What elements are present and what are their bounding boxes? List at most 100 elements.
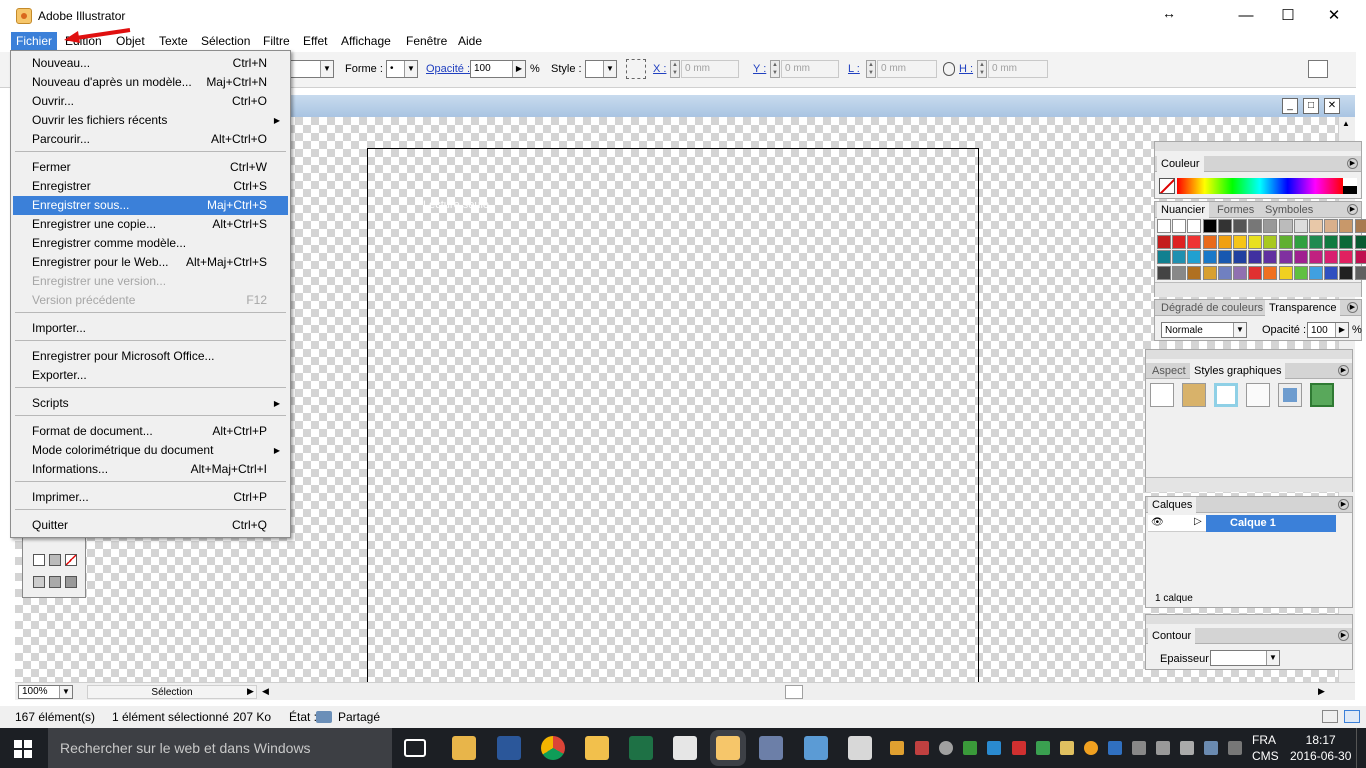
eye-icon[interactable]: 👁 — [1151, 517, 1164, 528]
graphic-style-green[interactable] — [1310, 383, 1334, 407]
blend-mode-dropdown[interactable]: Normale ▼ — [1161, 322, 1247, 338]
menu-selection[interactable]: Sélection — [196, 32, 255, 50]
file-menu-item[interactable]: Nouveau d'après un modèle... Maj+Ctrl+N — [13, 73, 288, 92]
tray-mail-icon[interactable] — [1060, 741, 1074, 755]
list-view-icon[interactable] — [1322, 710, 1338, 723]
color-swatch[interactable] — [1263, 219, 1278, 233]
align-grid-icon[interactable] — [626, 59, 646, 79]
color-swatch[interactable] — [1354, 265, 1366, 280]
color-swatch[interactable] — [1202, 250, 1217, 264]
color-swatch[interactable] — [1293, 234, 1308, 249]
color-swatch[interactable] — [1172, 250, 1187, 264]
monitor-icon[interactable] — [1204, 741, 1218, 755]
tray-blue-app-icon[interactable] — [987, 741, 1001, 755]
tray-red-app-icon[interactable] — [915, 741, 929, 755]
color-swatch[interactable] — [1202, 219, 1217, 233]
stroke-weight-dropdown[interactable]: ▼ — [290, 60, 334, 78]
doc-maximize-button[interactable]: □ — [1303, 98, 1319, 114]
opacite-link[interactable]: Opacité : — [426, 63, 470, 75]
color-swatch[interactable] — [1309, 250, 1323, 264]
color-swatch[interactable] — [1233, 234, 1247, 249]
h-link[interactable]: H : — [959, 63, 973, 75]
style-dropdown[interactable]: ▼ — [585, 60, 617, 78]
control-options-icon[interactable] — [1308, 60, 1328, 78]
sticky-folder-icon[interactable] — [585, 736, 609, 760]
color-swatch[interactable] — [1263, 234, 1278, 249]
color-swatch[interactable] — [1354, 250, 1366, 264]
excel-icon[interactable] — [629, 736, 653, 760]
image-icon[interactable] — [848, 736, 872, 760]
color-swatch[interactable] — [1354, 219, 1366, 233]
menu-fichier[interactable]: Fichier — [11, 32, 58, 50]
color-swatch[interactable] — [1293, 219, 1308, 233]
color-swatch[interactable] — [1293, 265, 1308, 280]
bluetooth-icon[interactable] — [1108, 741, 1122, 755]
color-swatch[interactable] — [1248, 234, 1263, 249]
file-explorer-icon[interactable] — [452, 736, 476, 760]
color-swatch[interactable] — [1278, 234, 1293, 249]
tab-degrade[interactable]: Dégradé de couleurs — [1157, 300, 1267, 316]
color-swatch[interactable] — [1233, 219, 1247, 233]
file-menu-item[interactable]: Nouveau... Ctrl+N — [13, 54, 288, 73]
file-menu-item[interactable]: Enregistrer comme modèle... — [13, 234, 288, 253]
screen-mode-normal-icon[interactable] — [33, 576, 45, 588]
color-swatch[interactable] — [1187, 265, 1202, 280]
color-swatch[interactable] — [1278, 250, 1293, 264]
tray-phone-icon[interactable] — [1036, 741, 1050, 755]
color-swatch[interactable] — [1217, 265, 1232, 280]
minimize-button[interactable]: — — [1236, 6, 1256, 26]
color-swatch[interactable] — [1309, 265, 1323, 280]
file-menu-item[interactable]: Scripts ▶ — [13, 394, 288, 413]
y-stepper[interactable]: ▲ ▼ — [770, 60, 780, 78]
graphic-style-white[interactable] — [1246, 383, 1270, 407]
fill-mode-icon[interactable] — [33, 554, 45, 566]
volume-icon[interactable] — [1156, 741, 1170, 755]
tab-symboles[interactable]: Symboles — [1261, 202, 1317, 218]
color-swatch[interactable] — [1157, 234, 1171, 249]
color-swatch[interactable] — [1202, 234, 1217, 249]
color-swatch[interactable] — [1233, 265, 1247, 280]
couleur-menu-icon[interactable]: ▶ — [1347, 158, 1358, 169]
tab-nuancier[interactable]: Nuancier — [1157, 202, 1210, 218]
file-menu-item[interactable]: Fermer Ctrl+W — [13, 158, 288, 177]
color-swatch[interactable] — [1309, 234, 1323, 249]
color-swatch[interactable] — [1324, 234, 1339, 249]
file-menu-item[interactable]: Importer... — [13, 319, 288, 338]
l-link[interactable]: L : — [848, 63, 860, 75]
show-desktop-button[interactable] — [1356, 728, 1366, 768]
language-indicator[interactable]: FRA CMS — [1252, 732, 1279, 764]
illustrator-taskbar-icon[interactable] — [716, 736, 740, 760]
expand-layer-icon[interactable]: ▷ — [1194, 516, 1202, 527]
file-menu-item[interactable]: Quitter Ctrl+Q — [13, 516, 288, 535]
details-view-icon[interactable] — [1344, 710, 1360, 723]
doc-minimize-button[interactable]: _ — [1282, 98, 1298, 114]
transparence-menu-icon[interactable]: ▶ — [1347, 302, 1358, 313]
file-menu-item[interactable]: Enregistrer pour Microsoft Office... — [13, 347, 288, 366]
calculator-icon[interactable] — [673, 736, 697, 760]
color-swatch[interactable] — [1217, 219, 1232, 233]
color-swatch[interactable] — [1172, 234, 1187, 249]
tab-styles-graphiques[interactable]: Styles graphiques — [1190, 363, 1286, 379]
color-swatch[interactable] — [1278, 219, 1293, 233]
paint-icon[interactable] — [759, 736, 783, 760]
none-mode-icon[interactable] — [65, 554, 77, 566]
close-button[interactable]: ✕ — [1324, 6, 1344, 26]
color-swatch[interactable] — [1202, 265, 1217, 280]
chrome-icon[interactable] — [541, 736, 565, 760]
doc-close-button[interactable]: ✕ — [1324, 98, 1340, 114]
color-swatch[interactable] — [1248, 219, 1263, 233]
graphic-style-blue-outline[interactable] — [1214, 383, 1238, 407]
h-stepper[interactable]: ▲ ▼ — [977, 60, 987, 78]
tray-pinwheel-icon[interactable] — [890, 741, 904, 755]
screen-mode-full-icon[interactable] — [65, 576, 77, 588]
l-stepper[interactable]: ▲ ▼ — [866, 60, 876, 78]
color-swatch[interactable] — [1187, 234, 1202, 249]
layer-name[interactable]: Calque 1 — [1206, 515, 1336, 532]
scroll-up-icon[interactable]: ▲ — [1342, 119, 1350, 128]
layer-row[interactable]: 👁 ▷ Calque 1 — [1148, 515, 1336, 532]
scroll-right-icon[interactable]: ▶ — [1318, 686, 1325, 697]
tool-status-field[interactable]: Sélection — [87, 685, 257, 699]
photo-viewer-icon[interactable] — [804, 736, 828, 760]
file-menu-item[interactable]: Mode colorimétrique du document ▶ — [13, 441, 288, 460]
color-swatch[interactable] — [1248, 265, 1263, 280]
